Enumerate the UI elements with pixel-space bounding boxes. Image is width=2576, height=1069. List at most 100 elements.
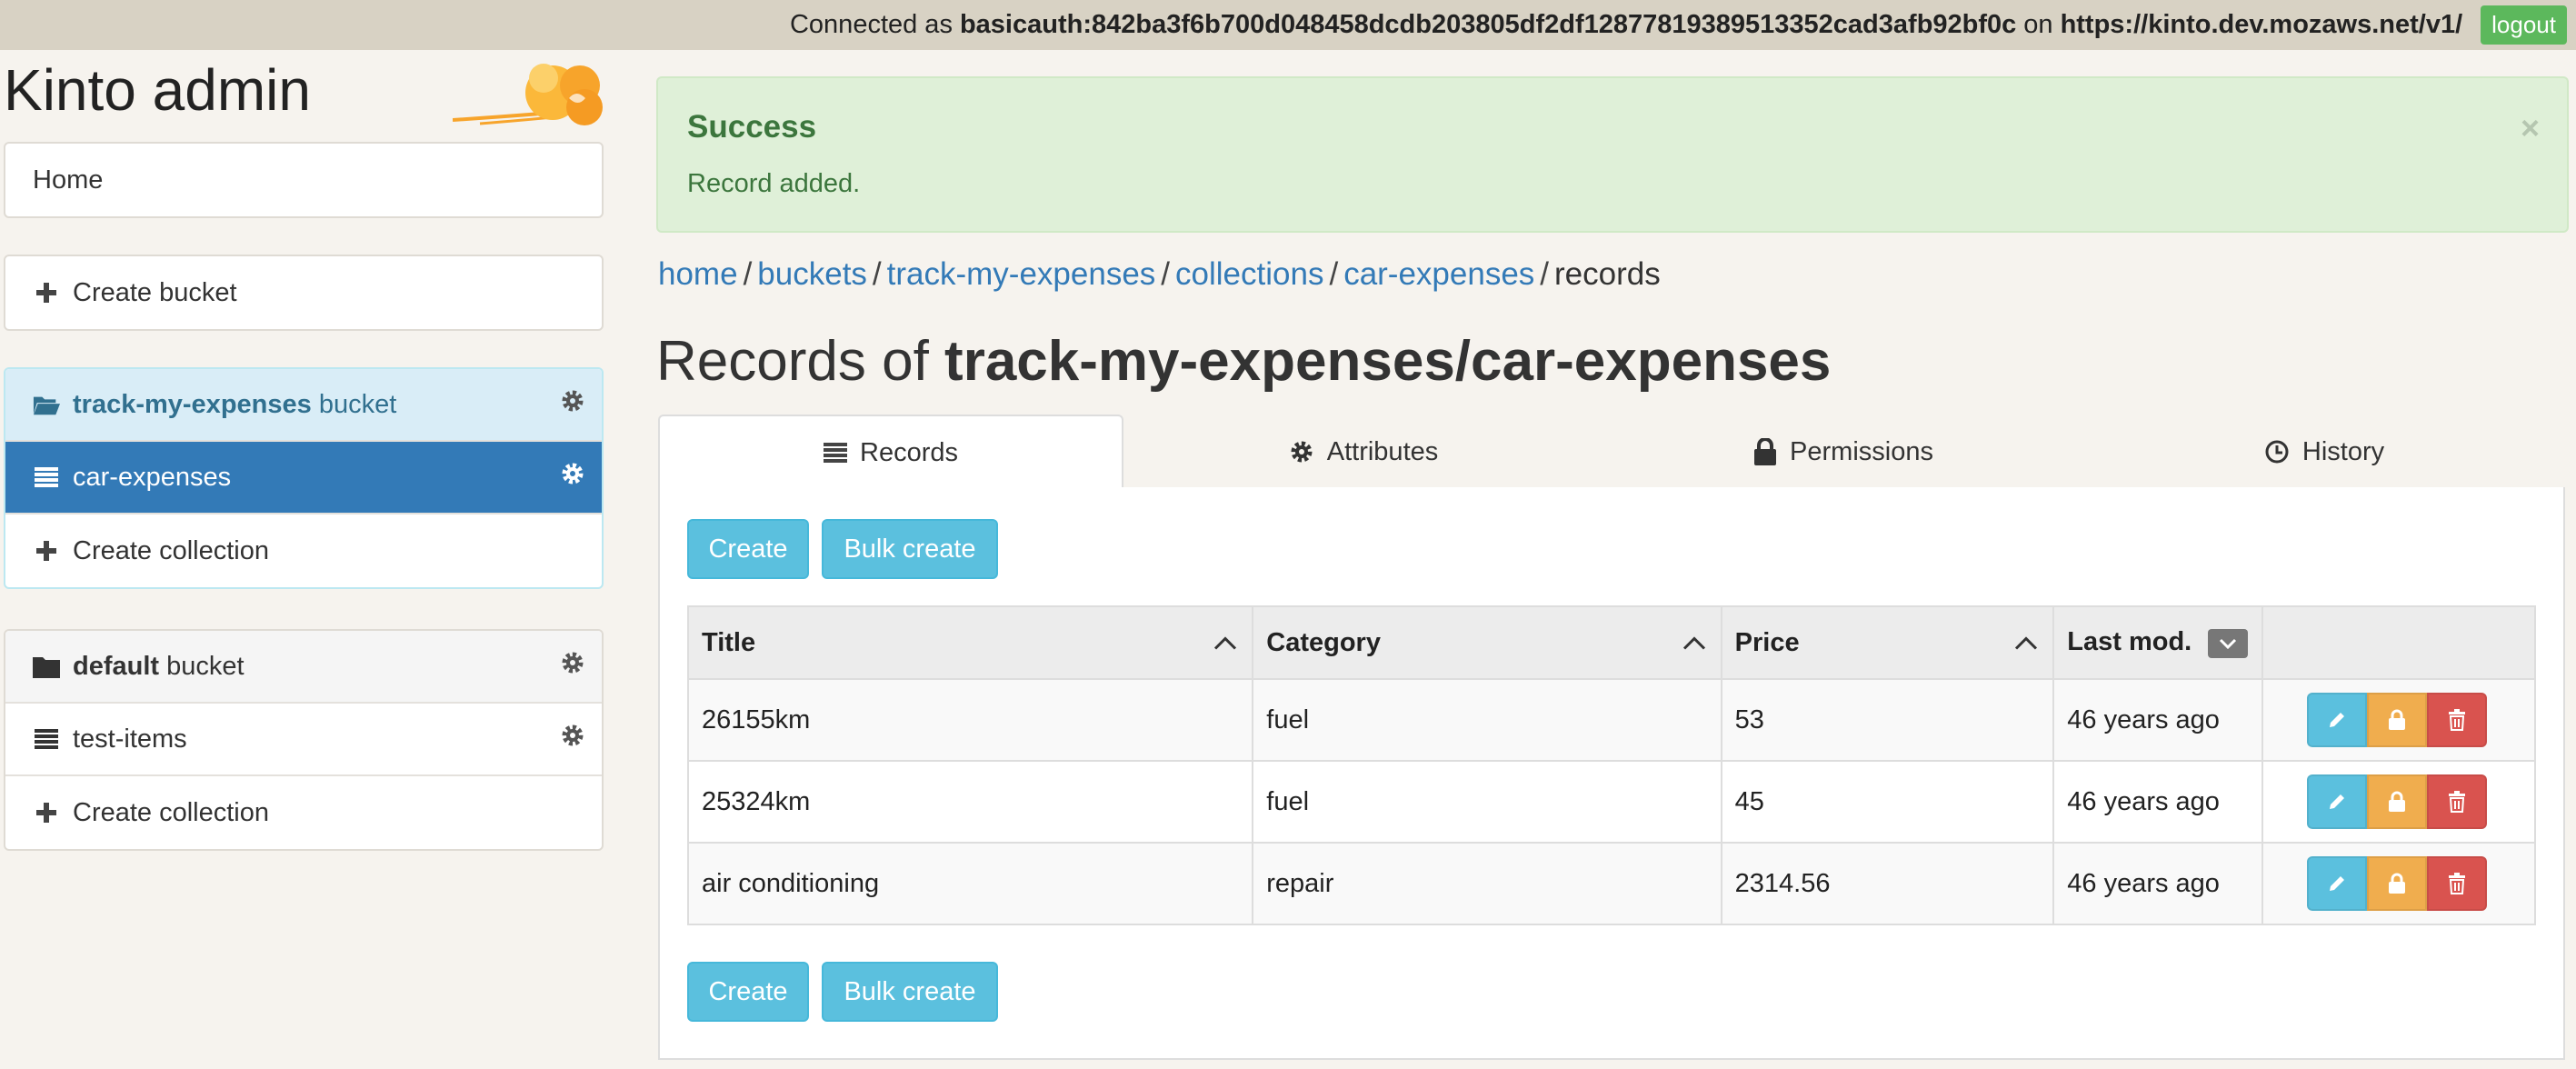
permissions-button[interactable] [2367, 693, 2428, 747]
tab-permissions[interactable]: Permissions [1603, 415, 2083, 489]
row-actions [2307, 856, 2521, 911]
tab-label: Permissions [1790, 436, 1933, 466]
table-header-row: Title Category Price Last mod. [686, 605, 2536, 680]
sidebar-bucket-track-my-expenses[interactable]: track-my-expenses bucket [5, 369, 602, 442]
page-title-prefix: Records of [656, 330, 929, 393]
folder-open-icon [33, 393, 60, 416]
breadcrumb-home[interactable]: home [658, 256, 738, 292]
create-button[interactable]: Create [687, 962, 809, 1022]
create-bucket-button[interactable]: Create bucket [5, 256, 602, 329]
column-title-label: Title [702, 627, 756, 657]
cell-title: 25324km [686, 760, 1254, 844]
gear-icon[interactable] [560, 388, 585, 421]
close-icon[interactable]: × [2521, 109, 2540, 147]
breadcrumb: home / buckets / track-my-expenses / collectio… [658, 256, 1661, 293]
chevron-down-icon[interactable] [2208, 628, 2249, 658]
cell-title: air conditioning [686, 842, 1254, 925]
permissions-button[interactable] [2367, 856, 2428, 911]
connected-on: on [2023, 10, 2053, 39]
success-alert: Success Record added. × [656, 76, 2569, 233]
cell-actions [2261, 760, 2536, 844]
gear-icon[interactable] [560, 461, 585, 494]
gear-icon[interactable] [560, 723, 585, 755]
column-header-last-mod[interactable]: Last mod. [2052, 605, 2264, 680]
cell-price: 53 [1720, 678, 2055, 762]
home-box: Home [4, 142, 604, 218]
top-bar: Connected as basicauth:842ba3f6b700d0484… [0, 0, 2576, 50]
pencil-icon [2330, 713, 2345, 727]
cell-title: 26155km [686, 678, 1254, 762]
page-title-path: track-my-expenses/car-expenses [944, 330, 1832, 393]
edit-button[interactable] [2307, 856, 2368, 911]
tab-history[interactable]: History [2083, 415, 2565, 489]
column-header-actions [2261, 605, 2536, 680]
folder-icon [33, 654, 60, 678]
alert-title: Success [687, 109, 817, 145]
sidebar-collection-car-expenses[interactable]: car-expenses [5, 442, 602, 515]
gear-icon[interactable] [560, 650, 585, 683]
column-category-label: Category [1266, 627, 1381, 657]
edit-button[interactable] [2307, 693, 2368, 747]
breadcrumb-bucket[interactable]: track-my-expenses [887, 256, 1156, 292]
list-icon [824, 443, 847, 463]
tab-records[interactable]: Records [658, 415, 1123, 491]
column-last-mod-label: Last mod. [2067, 627, 2192, 657]
bucket-name: track-my-expenses [73, 389, 312, 419]
tab-label: History [2301, 436, 2385, 466]
chevron-up-icon[interactable] [1213, 628, 1237, 658]
cell-category: repair [1252, 842, 1722, 925]
create-bucket-box: Create bucket [4, 255, 604, 331]
breadcrumb-separator: / [743, 256, 753, 292]
breadcrumb-collection[interactable]: car-expenses [1343, 256, 1534, 292]
bulk-create-button[interactable]: Bulk create [822, 519, 998, 579]
edit-button[interactable] [2307, 774, 2368, 829]
collection-name: car-expenses [73, 462, 232, 492]
alert-message: Record added. [687, 169, 861, 198]
permissions-button[interactable] [2367, 774, 2428, 829]
plus-icon [33, 803, 60, 823]
trash-icon [2449, 791, 2466, 813]
breadcrumb-collections[interactable]: collections [1175, 256, 1323, 292]
chevron-up-icon[interactable] [1682, 628, 1706, 658]
row-actions [2307, 774, 2521, 829]
create-collection-button[interactable]: Create collection [5, 515, 602, 587]
lock-icon [2389, 791, 2406, 812]
sidebar-bucket-default[interactable]: default bucket [5, 631, 602, 704]
tab-label: Records [860, 437, 958, 467]
clock-icon [2264, 439, 2290, 465]
delete-button[interactable] [2427, 693, 2488, 747]
delete-button[interactable] [2427, 774, 2488, 829]
connected-prefix: Connected as [789, 10, 953, 39]
list-icon [33, 467, 60, 487]
logout-button[interactable]: logout [2481, 5, 2567, 45]
bulk-create-button[interactable]: Bulk create [822, 962, 998, 1022]
sidebar-home[interactable]: Home [5, 144, 602, 216]
column-header-price[interactable]: Price [1720, 605, 2055, 680]
page-title: Records of track-my-expenses/car-expense… [656, 329, 1831, 394]
connected-user: basicauth:842ba3f6b700d048458dcdb203805d… [959, 10, 2017, 39]
tab-bar: Records Attributes Permissions History [658, 415, 2565, 491]
chevron-up-icon[interactable] [2014, 628, 2038, 658]
column-price-label: Price [1734, 627, 1800, 657]
kinto-logo [453, 64, 603, 125]
create-bucket-label: Create bucket [73, 277, 237, 307]
trash-icon [2449, 873, 2466, 894]
create-collection-button[interactable]: Create collection [5, 776, 602, 849]
sidebar-collection-test-items[interactable]: test-items [5, 704, 602, 776]
cell-last-mod: 46 years ago [2052, 678, 2264, 762]
column-header-category[interactable]: Category [1252, 605, 1722, 680]
column-header-title[interactable]: Title [686, 605, 1254, 680]
delete-button[interactable] [2427, 856, 2488, 911]
create-collection-label: Create collection [73, 535, 269, 565]
cell-price: 45 [1720, 760, 2055, 844]
breadcrumb-separator: / [1329, 256, 1339, 292]
cell-price: 2314.56 [1720, 842, 2055, 925]
cell-actions [2261, 842, 2536, 925]
breadcrumb-separator: / [1161, 256, 1171, 292]
tab-attributes[interactable]: Attributes [1123, 415, 1603, 489]
plus-icon [33, 283, 60, 303]
cell-last-mod: 46 years ago [2052, 842, 2264, 925]
bucket-box-default: default bucket test-items Create collect… [4, 629, 604, 851]
create-button[interactable]: Create [687, 519, 809, 579]
breadcrumb-buckets[interactable]: buckets [757, 256, 867, 292]
